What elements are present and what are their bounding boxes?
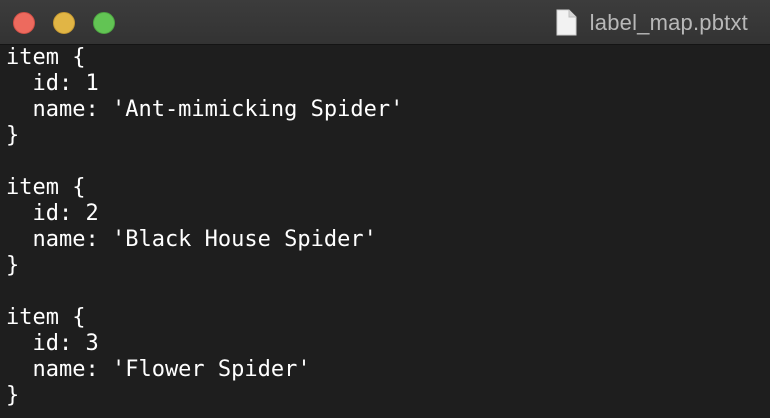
code-line: name: 'Flower Spider' [6, 357, 311, 382]
window-title-text: label_map.pbtxt [589, 9, 748, 35]
code-line: item { [6, 175, 86, 200]
terminal-window: label_map.pbtxt item { id: 1 name: 'Ant-… [0, 0, 770, 418]
code-line: id: 3 [6, 331, 99, 356]
code-line: id: 1 [6, 71, 99, 96]
code-line: item { [6, 305, 86, 330]
window-title: label_map.pbtxt [556, 0, 748, 45]
code-line: } [6, 383, 20, 408]
code-line: name: 'Ant-mimicking Spider' [6, 97, 404, 122]
document-icon [556, 9, 577, 36]
code-line: } [6, 253, 20, 278]
title-bar[interactable]: label_map.pbtxt [0, 0, 770, 45]
code-line: } [6, 123, 20, 148]
code-line: id: 2 [6, 201, 99, 226]
minimize-window-icon[interactable] [53, 12, 75, 34]
code-line: item { [6, 45, 86, 70]
text-editor-content[interactable]: item { id: 1 name: 'Ant-mimicking Spider… [0, 45, 770, 418]
zoom-window-icon[interactable] [93, 12, 115, 34]
close-window-icon[interactable] [13, 12, 35, 34]
code-line: name: 'Black House Spider' [6, 227, 377, 252]
